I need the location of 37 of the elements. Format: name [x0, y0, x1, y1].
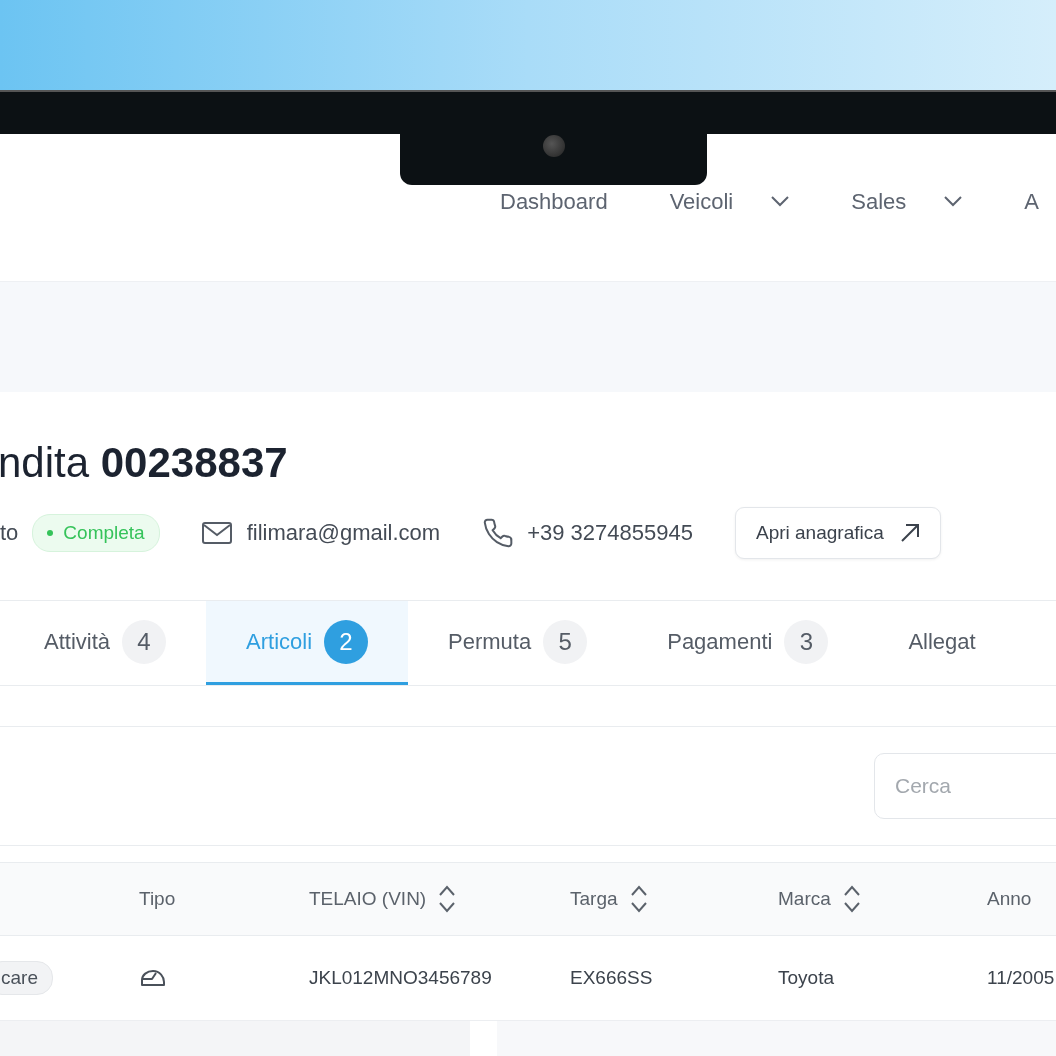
arrow-up-right-icon: [899, 523, 920, 543]
tab[interactable]: Attività 4: [0, 601, 207, 685]
column-header[interactable]: TELAIO (VIN): [309, 885, 570, 913]
tab[interactable]: Pagamenti 3: [627, 601, 869, 685]
count-badge: 2: [324, 619, 369, 664]
phone-number: +39 3274855945: [527, 520, 693, 546]
tab[interactable]: Allegat: [868, 601, 1016, 685]
page-title: ndita 00238837: [0, 438, 289, 488]
search-field[interactable]: Cerca: [874, 753, 1056, 819]
table-cell-text: Toyota: [778, 967, 835, 989]
tab[interactable]: Permuta 5: [408, 601, 628, 685]
table-cell: 11/2005: [987, 967, 1056, 989]
nav-link[interactable]: Veicoli: [669, 188, 790, 215]
email-text: filimara@gmail.com: [246, 520, 441, 546]
status-badge: Completa: [32, 514, 160, 552]
nav-link[interactable]: Dashboard: [500, 188, 608, 215]
status-label: to: [0, 520, 19, 546]
nav-link[interactable]: Sales: [851, 188, 963, 215]
count-badge: 4: [122, 619, 167, 664]
sort-icon[interactable]: [629, 885, 648, 913]
count-badge: 3: [784, 619, 829, 664]
status-dot-icon: [47, 530, 54, 536]
column-header[interactable]: Targa: [570, 885, 778, 913]
column-header[interactable]: Marca: [778, 885, 987, 913]
open-profile-button[interactable]: Apri anagrafica: [734, 507, 941, 559]
sort-icon[interactable]: [438, 885, 457, 913]
count-badge: 5: [543, 619, 588, 664]
category-tag: care: [0, 961, 53, 995]
column-header: Tipo: [139, 888, 177, 910]
table-cell-text: JKL012MNO3456789: [309, 967, 493, 989]
sort-icon[interactable]: [842, 885, 861, 913]
column-header: Anno: [987, 888, 1033, 910]
camera-icon: [542, 135, 565, 157]
mail-icon: [201, 522, 232, 544]
table-cell-text: EX666SS: [570, 967, 654, 989]
phone-icon: [482, 517, 515, 549]
nav-link[interactable]: A: [1024, 188, 1039, 215]
